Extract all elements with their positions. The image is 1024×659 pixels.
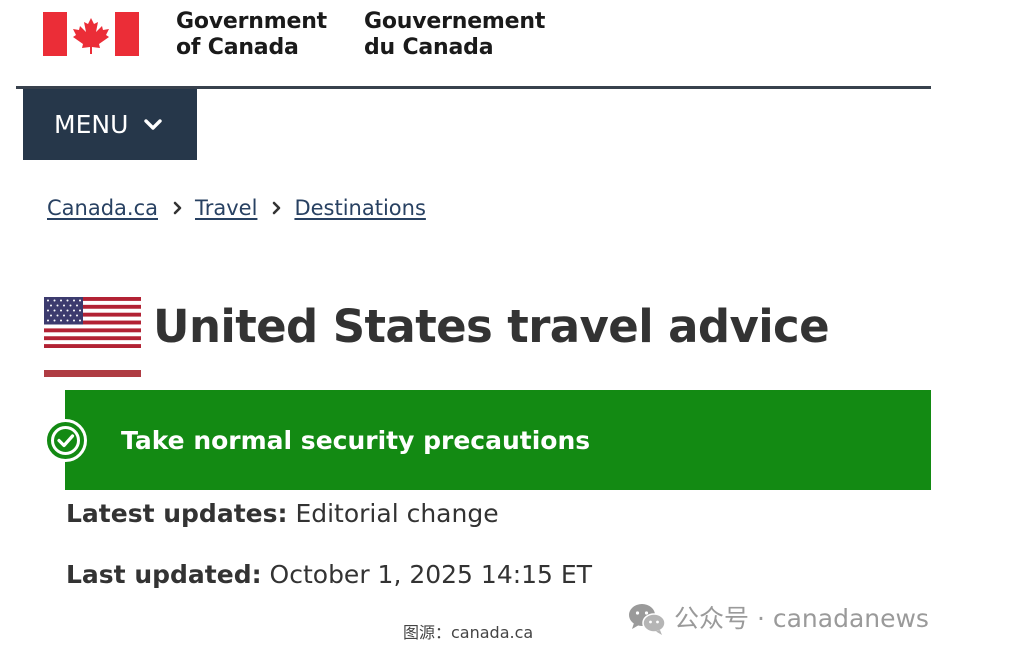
- signature-english-line-1: Government: [176, 9, 327, 34]
- signature-french[interactable]: Gouvernement du Canada: [364, 9, 545, 61]
- page-title: United States travel advice: [153, 300, 830, 353]
- signature-english-line-2: of Canada: [176, 35, 299, 60]
- signature-english[interactable]: Government of Canada: [176, 9, 327, 61]
- breadcrumb-link-destinations[interactable]: Destinations: [294, 194, 425, 222]
- breadcrumb: Canada.ca Travel Destinations: [47, 194, 426, 222]
- last-updated-value: October 1, 2025 14:15 ET: [269, 560, 592, 589]
- watermark-text: 公众号 · canadanews: [674, 604, 929, 633]
- signature-french-line-2: du Canada: [364, 35, 494, 60]
- breadcrumb-link-canada[interactable]: Canada.ca: [47, 194, 158, 222]
- signature-french-line-1: Gouvernement: [364, 9, 546, 34]
- menu-button-label: MENU: [54, 110, 129, 139]
- watermark: 公众号 · canadanews: [628, 602, 929, 636]
- latest-updates-line: Latest updates: Editorial change: [66, 497, 499, 531]
- chevron-right-icon: [273, 201, 281, 215]
- check-circle-icon: [44, 419, 87, 462]
- chevron-down-icon: [144, 118, 163, 130]
- chevron-right-icon: [173, 201, 182, 215]
- latest-updates-label: Latest updates:: [66, 499, 288, 528]
- breadcrumb-link-travel[interactable]: Travel: [195, 194, 257, 222]
- menu-button[interactable]: MENU: [23, 89, 197, 160]
- latest-updates-value: Editorial change: [295, 499, 499, 528]
- last-updated-label: Last updated:: [66, 560, 262, 589]
- advisory-level-text: Take normal security precautions: [121, 426, 591, 455]
- image-source-note: 图源：canada.ca: [403, 623, 534, 642]
- canada-flag-icon[interactable]: [43, 12, 139, 56]
- us-flag-icon: [44, 297, 141, 348]
- wechat-icon: [629, 604, 666, 635]
- last-updated-line: Last updated: October 1, 2025 14:15 ET: [66, 558, 592, 592]
- title-underline: [44, 370, 141, 377]
